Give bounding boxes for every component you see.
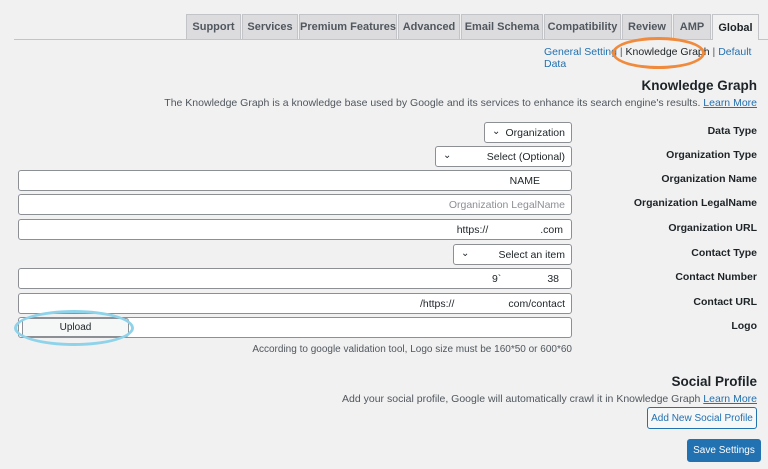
tab-label: Premium Features bbox=[300, 21, 396, 33]
tabs-divider bbox=[14, 39, 768, 40]
tab-amp[interactable]: AMP bbox=[673, 14, 711, 39]
tab-review[interactable]: Review bbox=[622, 14, 672, 39]
tab-advanced[interactable]: Advanced bbox=[398, 14, 460, 39]
tab-premium-features[interactable]: Premium Features bbox=[299, 14, 397, 39]
knowledge-graph-description: The Knowledge Graph is a knowledge base … bbox=[164, 97, 757, 109]
input-value: /https:// bbox=[419, 297, 455, 310]
organization-type-label: Organization Type bbox=[666, 149, 757, 161]
logo-size-hint: According to google validation tool, Log… bbox=[252, 344, 572, 355]
tab-email-schema[interactable]: Email Schema bbox=[461, 14, 543, 39]
input-value: com/contact bbox=[508, 297, 565, 310]
subnav-separator: | bbox=[712, 46, 716, 58]
tab-label: Review bbox=[628, 21, 666, 33]
data-type-select[interactable]: ⌄ Organization bbox=[484, 122, 572, 143]
knowledge-graph-title: Knowledge Graph bbox=[641, 78, 757, 93]
tab-services[interactable]: Services bbox=[242, 14, 298, 39]
organization-legalname-input[interactable]: Organization LegalName bbox=[18, 194, 572, 215]
tab-support[interactable]: Support bbox=[186, 14, 241, 39]
chevron-down-icon: ⌄ bbox=[492, 126, 501, 137]
contact-number-label: Contact Number bbox=[675, 271, 757, 283]
tab-compatibility[interactable]: Compatibility bbox=[544, 14, 621, 39]
subnav-separator: | bbox=[619, 46, 623, 58]
tab-label: Support bbox=[192, 21, 235, 33]
settings-tabs: Support Services Premium Features Advanc… bbox=[0, 0, 768, 40]
organization-type-select[interactable]: ⌄ Select (Optional) bbox=[435, 146, 572, 167]
learn-more-link[interactable]: Learn More bbox=[703, 97, 757, 109]
chevron-down-icon: ⌄ bbox=[443, 150, 452, 161]
subnav-knowledge-graph[interactable]: Knowledge Graph bbox=[626, 46, 710, 58]
learn-more-link[interactable]: Learn More bbox=[703, 393, 757, 405]
contact-url-input[interactable]: /https:// com/contact bbox=[18, 293, 572, 314]
logo-label: Logo bbox=[731, 320, 757, 332]
organization-url-label: Organization URL bbox=[668, 222, 757, 234]
save-settings-button[interactable]: Save Settings bbox=[687, 439, 761, 462]
organization-name-input[interactable]: NAME bbox=[18, 170, 572, 191]
tab-label: Compatibility bbox=[547, 21, 618, 33]
subnav: General Setting | Knowledge Graph | Defa… bbox=[544, 46, 768, 70]
social-profile-description: Add your social profile, Google will aut… bbox=[342, 393, 757, 405]
tab-label: Email Schema bbox=[464, 21, 540, 33]
select-value: Organization bbox=[505, 126, 565, 139]
input-value: NAME bbox=[509, 174, 540, 187]
upload-logo-button[interactable]: Upload bbox=[22, 318, 129, 337]
contact-number-input[interactable]: 9` 38 bbox=[18, 268, 572, 289]
select-value: Select an item bbox=[498, 248, 565, 261]
select-value: Select (Optional) bbox=[486, 150, 565, 163]
description-text: Add your social profile, Google will aut… bbox=[342, 393, 701, 405]
chevron-down-icon: ⌄ bbox=[461, 248, 470, 259]
tab-label: AMP bbox=[679, 21, 705, 33]
input-placeholder: Organization LegalName bbox=[448, 198, 565, 211]
tab-global[interactable]: Global bbox=[712, 14, 759, 40]
organization-url-input[interactable]: https:// .com bbox=[18, 219, 572, 240]
contact-url-label: Contact URL bbox=[693, 296, 757, 308]
social-profile-title: Social Profile bbox=[671, 374, 757, 389]
data-type-label: Data Type bbox=[707, 125, 757, 137]
contact-type-label: Contact Type bbox=[691, 247, 757, 259]
organization-name-label: Organization Name bbox=[661, 173, 757, 185]
button-label: Save Settings bbox=[693, 445, 755, 456]
add-social-profile-button[interactable]: Add New Social Profile bbox=[647, 407, 757, 429]
input-value: .com bbox=[540, 223, 563, 236]
organization-legalname-label: Organization LegalName bbox=[633, 197, 757, 209]
tab-label: Global bbox=[718, 21, 753, 34]
tab-label: Advanced bbox=[402, 21, 456, 33]
input-value: https:// bbox=[456, 223, 489, 236]
description-text: The Knowledge Graph is a knowledge base … bbox=[164, 97, 701, 109]
input-value: 9` bbox=[491, 272, 502, 285]
button-label: Upload bbox=[59, 322, 92, 333]
button-label: Add New Social Profile bbox=[651, 412, 753, 424]
tab-label: Services bbox=[247, 21, 293, 33]
contact-type-select[interactable]: ⌄ Select an item bbox=[453, 244, 572, 265]
subnav-general-setting[interactable]: General Setting bbox=[544, 46, 617, 58]
input-value: 38 bbox=[547, 272, 559, 285]
